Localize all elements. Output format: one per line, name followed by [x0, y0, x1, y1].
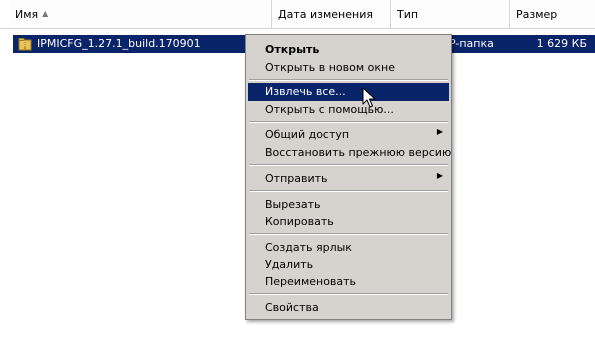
menu-item-open-new-window[interactable]: Открыть в новом окне	[248, 59, 449, 77]
menu-separator	[249, 233, 448, 235]
menu-item-open-with[interactable]: Открыть с помощью...	[248, 101, 449, 119]
context-menu: Открыть Открыть в новом окне Извлечь все…	[245, 34, 452, 320]
menu-item-extract-all[interactable]: Извлечь все...	[248, 83, 449, 101]
column-header-name[interactable]: Имя ▲	[9, 0, 272, 28]
column-header-size-label: Размер	[516, 8, 558, 21]
menu-item-delete[interactable]: Удалить	[248, 256, 449, 274]
column-header-bar: Имя ▲ Дата изменения Тип Размер	[0, 0, 595, 29]
menu-separator	[249, 164, 448, 166]
menu-separator	[249, 79, 448, 81]
menu-item-sharing-label: Общий доступ	[265, 128, 350, 141]
column-header-name-label: Имя	[15, 8, 39, 21]
column-header-date[interactable]: Дата изменения	[272, 0, 391, 28]
column-header-date-label: Дата изменения	[278, 8, 373, 21]
file-name: IPMICFG_1.27.1_build.170901	[37, 37, 201, 50]
column-header-type[interactable]: Тип	[391, 0, 510, 28]
menu-item-rename[interactable]: Переименовать	[248, 273, 449, 291]
mouse-pointer-icon	[362, 87, 376, 108]
file-type: P-папка	[449, 37, 494, 50]
column-header-type-label: Тип	[397, 8, 419, 21]
zip-folder-icon	[18, 38, 32, 51]
menu-item-send-to-label: Отправить	[265, 172, 328, 185]
file-size: 1 629 КБ	[536, 37, 587, 50]
menu-item-cut[interactable]: Вырезать	[248, 196, 449, 214]
menu-item-create-shortcut[interactable]: Создать ярлык	[248, 239, 449, 257]
menu-separator	[249, 190, 448, 192]
column-header-size[interactable]: Размер	[510, 0, 595, 28]
menu-item-restore-previous[interactable]: Восстановить прежнюю версию	[248, 144, 451, 162]
menu-separator	[249, 121, 448, 123]
menu-separator	[249, 293, 448, 295]
menu-item-copy[interactable]: Копировать	[248, 213, 449, 231]
menu-item-sharing[interactable]: Общий доступ ▶	[248, 126, 449, 144]
submenu-arrow-icon: ▶	[436, 127, 443, 136]
submenu-arrow-icon: ▶	[436, 171, 443, 180]
menu-item-send-to[interactable]: Отправить ▶	[248, 170, 449, 188]
menu-item-open[interactable]: Открыть	[248, 41, 449, 59]
sort-ascending-icon: ▲	[42, 9, 49, 18]
menu-item-properties[interactable]: Свойства	[248, 299, 449, 317]
